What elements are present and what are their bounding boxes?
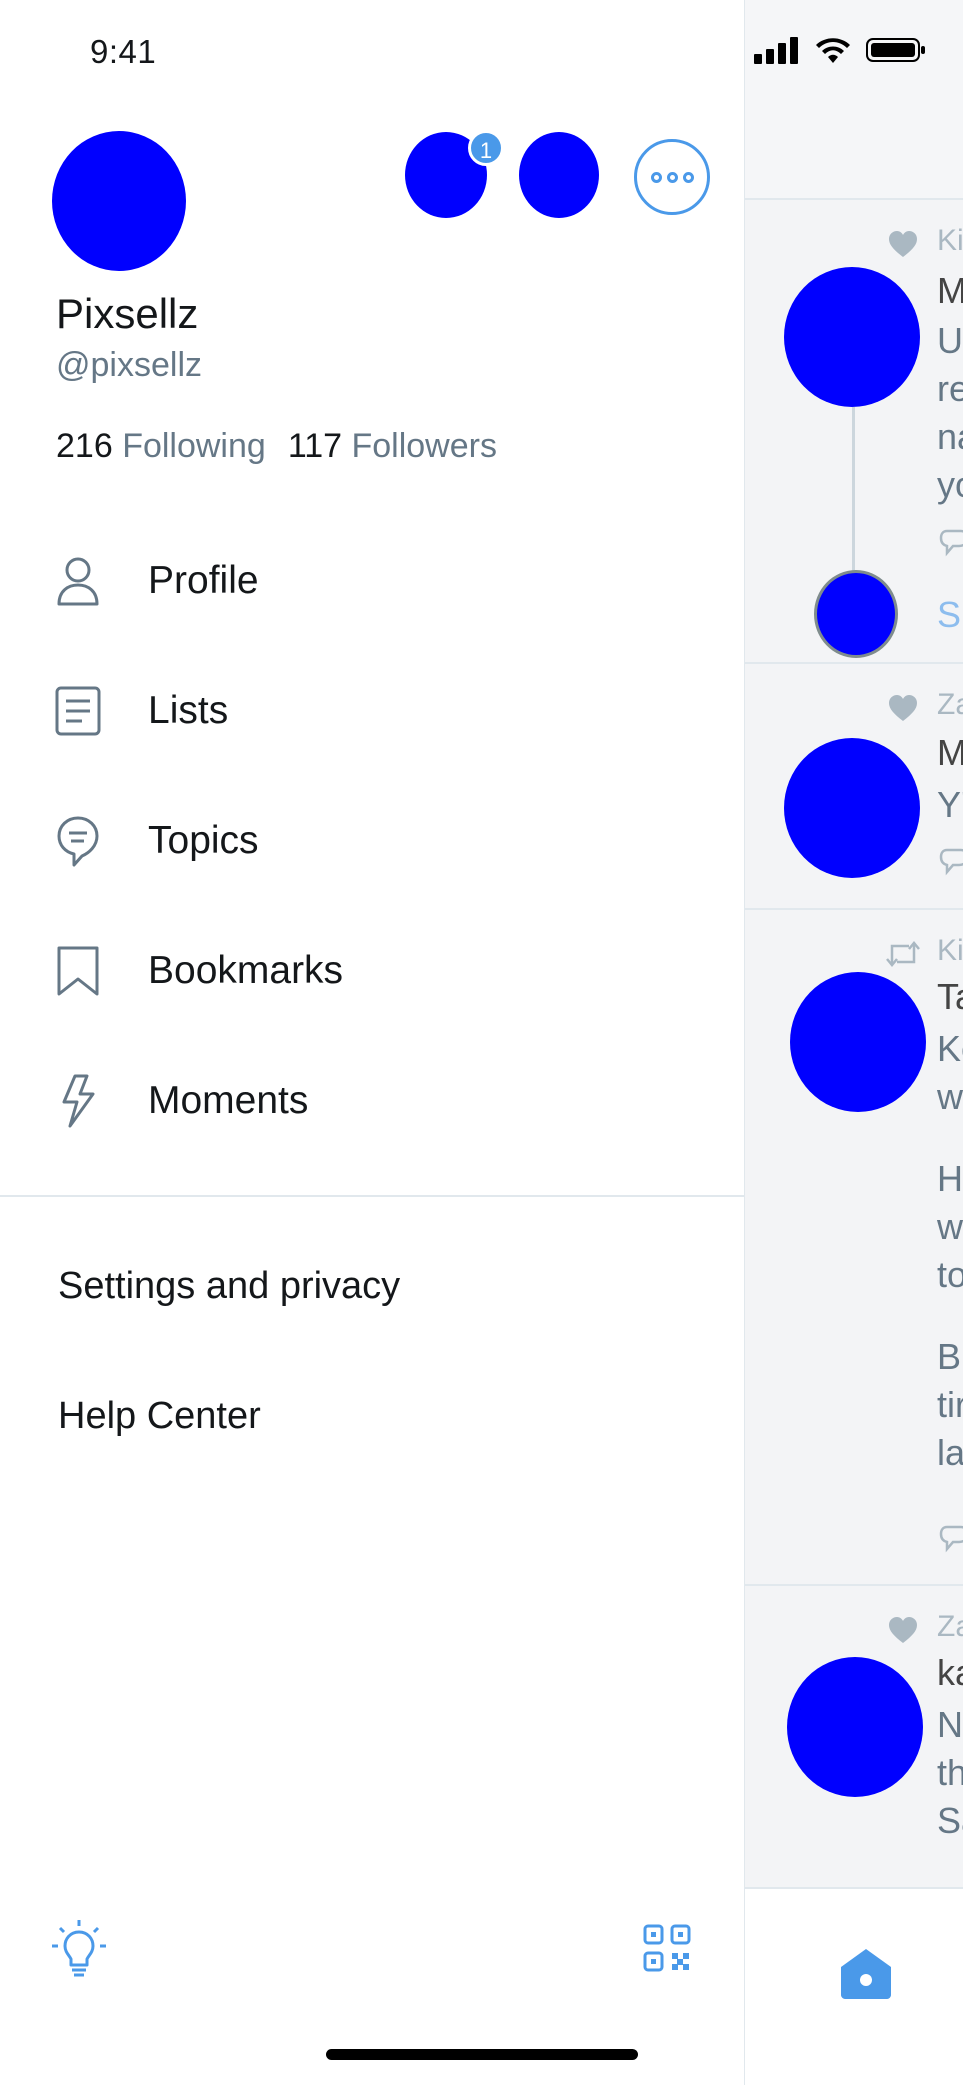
notification-badge: 1 — [468, 130, 504, 166]
side-drawer: 9:41 1 Pixsellz @pixsellz 216 Following 1… — [0, 0, 744, 2085]
menu-label-topics: Topics — [148, 819, 259, 862]
following-count: 216 — [56, 427, 113, 465]
status-icons — [754, 36, 926, 64]
menu-label-moments: Moments — [148, 1079, 309, 1122]
menu-label-profile: Profile — [148, 559, 259, 602]
topics-icon — [52, 815, 104, 867]
signal-icon — [754, 37, 798, 64]
menu-item-moments[interactable]: Moments — [52, 1056, 712, 1146]
followers-link[interactable]: 117 Followers — [288, 427, 497, 465]
followers-count: 117 — [287, 427, 343, 465]
tweet-text-line: ka — [937, 1652, 963, 1693]
menu-item-topics[interactable]: Topics — [52, 796, 712, 886]
tweet-text-line: w — [937, 1206, 963, 1247]
tweet-text-line: Ta — [937, 976, 963, 1017]
tweet-card[interactable]: Za M Y' — [745, 664, 963, 910]
followers-label: Followers — [351, 427, 497, 465]
tweet-avatar[interactable] — [784, 267, 920, 407]
status-time: 9:41 — [90, 33, 157, 70]
tweet-card[interactable]: Za ka N th Sa — [745, 1586, 963, 1887]
tweet-card[interactable]: Ki M U re na yo Sh — [745, 202, 963, 664]
lightning-icon — [52, 1074, 104, 1128]
tweet-text-line: na — [937, 416, 963, 457]
thread-line — [852, 407, 855, 577]
tweet-meta: Ki — [937, 224, 963, 257]
tweet-text-line: N — [937, 1704, 963, 1745]
tweet-text-line: Bu — [937, 1336, 963, 1377]
dot-icon — [650, 171, 662, 183]
tweet-card[interactable]: Ki Ta Kc w H w to Bu tir la — [745, 910, 963, 1586]
reply-icon — [939, 1525, 963, 1553]
tweet-text-line: re — [937, 368, 963, 409]
retweet-icon — [886, 941, 920, 967]
menu-item-profile[interactable]: Profile — [52, 536, 712, 626]
more-accounts-button[interactable] — [634, 139, 710, 215]
tweet-text-line: M — [937, 732, 963, 773]
menu-divider — [0, 1195, 744, 1197]
heart-icon — [889, 231, 917, 257]
menu-label-bookmarks: Bookmarks — [148, 949, 344, 992]
tweet-meta: Za — [937, 688, 963, 721]
home-timeline[interactable]: Ki M U re na yo Sh Za M Y' Ki Ta Kc w H … — [745, 0, 963, 2085]
menu-label-lists: Lists — [148, 689, 229, 732]
home-icon — [841, 1949, 891, 1999]
person-icon — [52, 555, 104, 607]
tweet-avatar[interactable] — [784, 738, 920, 878]
profile-avatar[interactable] — [52, 131, 186, 271]
show-this-thread-link[interactable]: Sh — [937, 594, 963, 636]
lightbulb-icon[interactable] — [50, 1918, 108, 1983]
following-label: Following — [122, 427, 266, 465]
battery-icon — [866, 38, 925, 62]
tweet-text-line: Kc — [937, 1028, 963, 1069]
tweet-text-line: th — [937, 1752, 963, 1793]
timeline-header — [745, 0, 963, 200]
menu-item-bookmarks[interactable]: Bookmarks — [52, 926, 712, 1016]
dot-icon — [666, 171, 678, 183]
tweet-avatar[interactable] — [790, 972, 926, 1112]
tweet-avatar[interactable] — [787, 1657, 923, 1797]
tweet-text-line: w — [937, 1076, 963, 1117]
settings-and-privacy-link[interactable]: Settings and privacy — [58, 1265, 400, 1308]
display-name: Pixsellz — [56, 290, 199, 337]
follow-stats: 216 Following 117 Followers — [56, 427, 497, 466]
tweet-text-line: Y' — [937, 784, 963, 825]
tweet-text-line: H — [937, 1158, 963, 1199]
tweet-text-line: U — [937, 320, 963, 361]
help-center-link[interactable]: Help Center — [58, 1395, 261, 1438]
tweet-text-line: la — [937, 1432, 963, 1473]
tweet-meta: Za — [937, 1610, 963, 1643]
heart-icon — [889, 695, 917, 721]
tweet-text-line: Sa — [937, 1800, 963, 1841]
reply-icon — [939, 848, 963, 876]
reply-icon — [939, 529, 963, 557]
tweet-text-line: tir — [937, 1384, 963, 1425]
following-link[interactable]: 216 Following — [56, 427, 266, 465]
wifi-icon — [816, 38, 850, 63]
heart-icon — [889, 1617, 917, 1643]
tab-bar — [745, 1887, 963, 2085]
bookmark-icon — [52, 945, 104, 997]
home-indicator[interactable] — [326, 2049, 638, 2060]
tweet-meta: Ki — [937, 934, 963, 967]
tweet-text-line: yo — [937, 464, 963, 505]
thread-reply-avatar[interactable] — [814, 570, 898, 658]
account-avatar-2[interactable] — [519, 132, 599, 218]
qr-code-icon[interactable] — [643, 1924, 691, 1977]
tweet-text-line: to — [937, 1254, 963, 1295]
user-handle: @pixsellz — [56, 346, 202, 384]
dot-icon — [682, 171, 694, 183]
tweet-text-line: M — [937, 270, 963, 311]
lists-icon — [52, 685, 104, 737]
menu-item-lists[interactable]: Lists — [52, 666, 712, 756]
